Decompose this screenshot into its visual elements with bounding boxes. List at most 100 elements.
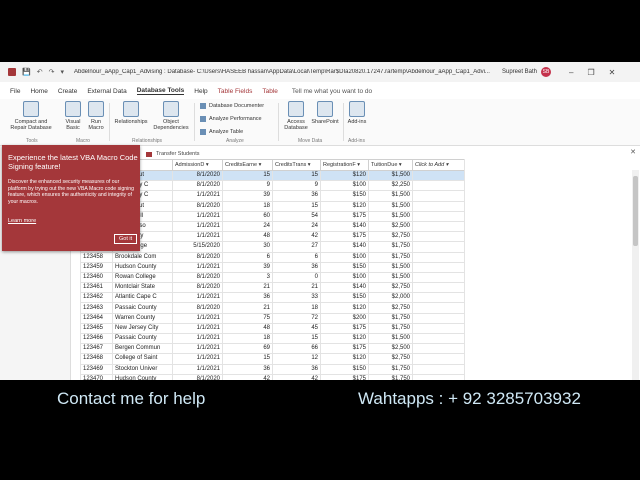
table-cell[interactable]: New Jersey City (112, 322, 173, 335)
table-cell[interactable]: Brookdale Com (112, 251, 173, 263)
redo-icon[interactable]: ↷ (49, 68, 55, 76)
table-cell[interactable]: 45 (272, 322, 321, 335)
table-cell[interactable]: 1/1/2021 (172, 220, 223, 233)
run-macro-button[interactable]: Run Macro (86, 101, 106, 131)
table-cell[interactable]: $2,500 (368, 220, 413, 233)
table-cell[interactable]: Passaic County (112, 302, 173, 314)
table-cell[interactable]: $2,250 (368, 180, 413, 192)
table-cell[interactable] (412, 169, 465, 182)
table-cell[interactable]: Bergen Commun (112, 343, 173, 355)
table-cell[interactable]: 36 (222, 363, 273, 375)
column-header-credits-transferred[interactable]: CreditsTrans ▾ (272, 159, 321, 171)
table-cell[interactable]: $2,500 (368, 343, 413, 355)
undo-icon[interactable]: ↶ (37, 68, 43, 76)
table-cell[interactable]: Hudson County (112, 261, 173, 273)
table-cell[interactable]: 8/1/2020 (172, 200, 223, 212)
table-cell[interactable]: $1,750 (368, 251, 413, 263)
table-cell[interactable]: 1/1/2021 (172, 292, 223, 304)
table-cell[interactable]: 3 (222, 271, 273, 284)
table-cell[interactable]: 30 (222, 241, 273, 253)
table-cell[interactable]: 72 (272, 312, 321, 324)
tab-create[interactable]: Create (58, 88, 78, 95)
tab-home[interactable]: Home (30, 88, 47, 95)
table-row[interactable]: 123462 Atlantic Cape C 1/1/2021 36 33 $150 $2,… (80, 292, 465, 304)
table-cell[interactable]: 123459 (80, 261, 113, 273)
table-cell[interactable]: 0 (272, 271, 321, 284)
tab-table[interactable]: Table (262, 88, 278, 95)
table-cell[interactable]: 39 (222, 190, 273, 202)
table-row[interactable]: 123467 Bergen Commun 1/1/2021 69 66 $175 $2,50… (80, 343, 465, 355)
table-cell[interactable]: $1,500 (368, 261, 413, 273)
column-header-admission-date[interactable]: AdmissionD ▾ (172, 159, 223, 171)
tab-database-tools[interactable]: Database Tools (136, 87, 185, 95)
table-cell[interactable]: 33 (272, 292, 321, 304)
table-cell[interactable]: $100 (320, 271, 369, 284)
table-cell[interactable]: $200 (320, 312, 369, 324)
table-cell[interactable]: $1,750 (368, 322, 413, 335)
tab-external-data[interactable]: External Data (87, 88, 126, 95)
table-cell[interactable]: $1,500 (368, 271, 413, 284)
table-cell[interactable]: 36 (222, 292, 273, 304)
table-cell[interactable]: Passaic County (112, 332, 173, 345)
table-cell[interactable]: $2,750 (368, 231, 413, 243)
table-cell[interactable]: 39 (222, 261, 273, 273)
access-database-button[interactable]: Access Database (283, 101, 309, 131)
table-cell[interactable]: $150 (320, 292, 369, 304)
user-name[interactable]: Supreet Bath (502, 69, 537, 75)
table-cell[interactable]: 123458 (80, 251, 113, 263)
table-cell[interactable]: Atlantic Cape C (112, 292, 173, 304)
table-cell[interactable]: 1/1/2021 (172, 231, 223, 243)
table-cell[interactable]: 8/1/2020 (172, 180, 223, 192)
table-cell[interactable]: $175 (320, 322, 369, 335)
column-header-tuition-due[interactable]: TuitionDue ▾ (368, 159, 413, 171)
close-window-button[interactable]: ✕ (609, 68, 616, 77)
table-cell[interactable] (412, 220, 465, 233)
table-cell[interactable]: 18 (222, 200, 273, 212)
table-cell[interactable] (412, 322, 465, 335)
table-cell[interactable]: $1,500 (368, 200, 413, 212)
tab-help[interactable]: Help (194, 88, 207, 95)
table-cell[interactable]: 21 (222, 282, 273, 294)
table-cell[interactable] (412, 332, 465, 345)
table-cell[interactable]: 18 (222, 332, 273, 345)
table-row[interactable]: 123459 Hudson County 1/1/2021 39 36 $150 $1,50… (80, 261, 465, 273)
table-cell[interactable]: 9 (272, 180, 321, 192)
visual-basic-button[interactable]: Visual Basic (62, 101, 84, 131)
table-cell[interactable]: 6 (272, 251, 321, 263)
table-cell[interactable]: 1/1/2021 (172, 353, 223, 365)
tab-table-fields[interactable]: Table Fields (218, 88, 253, 95)
table-row[interactable]: 123458 Brookdale Com 8/1/2020 6 6 $100 $1,750 (80, 251, 465, 263)
database-documenter-button[interactable]: Database Documenter (200, 103, 264, 109)
table-cell[interactable]: 8/1/2020 (172, 169, 223, 182)
table-cell[interactable]: 75 (222, 312, 273, 324)
table-cell[interactable]: $1,750 (368, 363, 413, 375)
table-cell[interactable]: 21 (272, 282, 321, 294)
tab-file[interactable]: File (10, 88, 20, 95)
table-cell[interactable] (412, 200, 465, 212)
table-cell[interactable]: 1/1/2021 (172, 322, 223, 335)
click-to-add-header[interactable]: Click to Add ▾ (412, 159, 465, 171)
table-cell[interactable]: 36 (272, 190, 321, 202)
tab-transfer-students[interactable]: Transfer Students (140, 151, 206, 157)
table-cell[interactable]: 66 (272, 343, 321, 355)
table-row[interactable]: 123464 Warren County 1/1/2021 75 72 $200 $1,75… (80, 312, 465, 324)
table-row[interactable]: 123460 Rowan College 8/1/2020 3 0 $100 $1,500 (80, 271, 465, 284)
table-cell[interactable] (412, 271, 465, 284)
table-cell[interactable]: College of Saint (112, 353, 173, 365)
table-cell[interactable]: 1/1/2021 (172, 210, 223, 222)
table-cell[interactable]: 6 (222, 251, 273, 263)
column-header-credits-earned[interactable]: CreditsEarne ▾ (222, 159, 273, 171)
table-cell[interactable]: $175 (320, 231, 369, 243)
avatar[interactable]: SB (541, 67, 552, 77)
table-cell[interactable]: 27 (272, 241, 321, 253)
table-cell[interactable] (412, 231, 465, 243)
table-cell[interactable] (412, 312, 465, 324)
compact-repair-button[interactable]: Compact and Repair Database (10, 101, 52, 131)
table-cell[interactable] (412, 302, 465, 314)
table-cell[interactable] (412, 282, 465, 294)
table-cell[interactable]: 5/15/2020 (172, 241, 223, 253)
table-cell[interactable]: Stockton Univer (112, 363, 173, 375)
table-cell[interactable] (412, 251, 465, 263)
table-cell[interactable]: 123468 (80, 353, 113, 365)
table-cell[interactable]: 123464 (80, 312, 113, 324)
